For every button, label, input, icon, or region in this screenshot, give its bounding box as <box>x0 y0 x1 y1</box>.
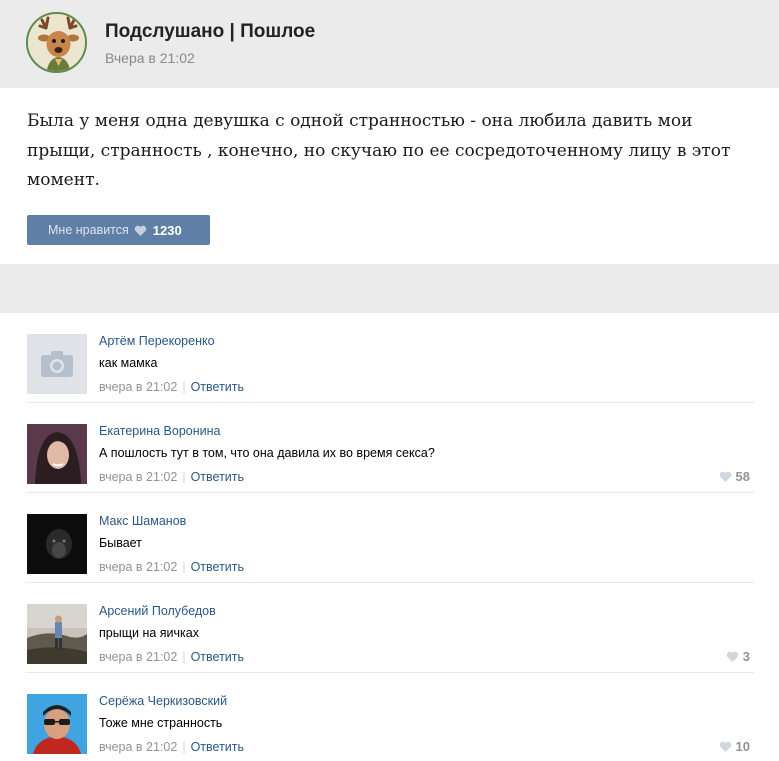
avatar[interactable] <box>27 514 87 574</box>
avatar[interactable] <box>27 604 87 664</box>
post-text: Была у меня одна девушка с одной странно… <box>27 111 731 190</box>
comment-meta: вчера в 21:02 | Ответить <box>99 470 244 484</box>
comment-item: Арсений Полубедов прыщи на яичках вчера … <box>26 583 754 673</box>
comment-author[interactable]: Артём Перекоренко <box>99 334 215 348</box>
comment-time[interactable]: вчера в 21:02 <box>99 380 177 394</box>
heart-icon <box>134 225 147 236</box>
group-name[interactable]: Подслушано | Пошлое <box>105 21 315 43</box>
comment-like-count: 10 <box>735 739 750 754</box>
meta-divider: | <box>182 740 186 754</box>
comment-meta: вчера в 21:02 | Ответить <box>99 650 244 664</box>
user-photo-icon <box>27 424 87 484</box>
comment-text: Тоже мне странность <box>99 716 223 730</box>
meta-divider: | <box>182 560 186 574</box>
comment-text: как мамка <box>99 356 158 370</box>
comment-item: Серёжа Черкизовский Тоже мне странность … <box>26 673 754 761</box>
comment-meta: вчера в 21:02 | Ответить <box>99 560 244 574</box>
comment-item: Екатерина Воронина А пошлость тут в том,… <box>26 403 754 493</box>
comment-like-button[interactable]: 3 <box>726 649 750 664</box>
heart-icon <box>719 741 731 752</box>
deer-avatar-icon <box>28 14 85 71</box>
avatar[interactable] <box>27 694 87 754</box>
post-header: Подслушано | Пошлое Вчера в 21:02 <box>0 0 779 88</box>
avatar[interactable] <box>27 334 87 394</box>
comment-meta: вчера в 21:02 | Ответить <box>99 380 244 394</box>
heart-icon <box>726 651 739 662</box>
comment-time[interactable]: вчера в 21:02 <box>99 650 177 664</box>
group-avatar[interactable] <box>26 12 87 73</box>
comment-item: Макс Шаманов Бывает вчера в 21:02 | Ответи… <box>26 493 754 583</box>
like-label: Мне нравится <box>48 223 129 237</box>
reply-link[interactable]: Ответить <box>191 650 244 664</box>
comment-author[interactable]: Серёжа Черкизовский <box>99 694 227 708</box>
section-separator <box>0 264 779 313</box>
comment-time[interactable]: вчера в 21:02 <box>99 740 177 754</box>
camera-placeholder-icon <box>27 334 87 394</box>
post-time[interactable]: Вчера в 21:02 <box>105 50 195 66</box>
user-photo-icon <box>27 694 87 754</box>
comment-meta: вчера в 21:02 | Ответить <box>99 740 244 754</box>
heart-icon <box>719 471 731 482</box>
comment-like-count: 3 <box>742 649 750 664</box>
comment-item: Артём Перекоренко как мамка вчера в 21:0… <box>26 313 754 403</box>
comment-author[interactable]: Арсений Полубедов <box>99 604 216 618</box>
user-photo-icon <box>27 604 87 664</box>
meta-divider: | <box>182 650 186 664</box>
reply-link[interactable]: Ответить <box>191 470 244 484</box>
comment-like-button[interactable]: 10 <box>719 739 750 754</box>
user-photo-icon <box>27 514 87 574</box>
meta-divider: | <box>182 380 186 394</box>
comment-author[interactable]: Екатерина Воронина <box>99 424 221 438</box>
comments-list: Артём Перекоренко как мамка вчера в 21:0… <box>0 313 779 761</box>
like-button[interactable]: Мне нравится 1230 <box>27 215 210 245</box>
post-body: Была у меня одна девушка с одной странно… <box>0 88 779 264</box>
meta-divider: | <box>182 470 186 484</box>
comment-time[interactable]: вчера в 21:02 <box>99 560 177 574</box>
avatar[interactable] <box>27 424 87 484</box>
reply-link[interactable]: Ответить <box>191 560 244 574</box>
comment-text: Бывает <box>99 536 142 550</box>
comment-time[interactable]: вчера в 21:02 <box>99 470 177 484</box>
comment-like-count: 58 <box>735 469 750 484</box>
like-count: 1230 <box>152 222 182 238</box>
reply-link[interactable]: Ответить <box>191 380 244 394</box>
comment-author[interactable]: Макс Шаманов <box>99 514 186 528</box>
comment-text: А пошлость тут в том, что она давила их … <box>99 446 435 460</box>
reply-link[interactable]: Ответить <box>191 740 244 754</box>
comment-text: прыщи на яичках <box>99 626 199 640</box>
comment-like-button[interactable]: 58 <box>719 469 750 484</box>
